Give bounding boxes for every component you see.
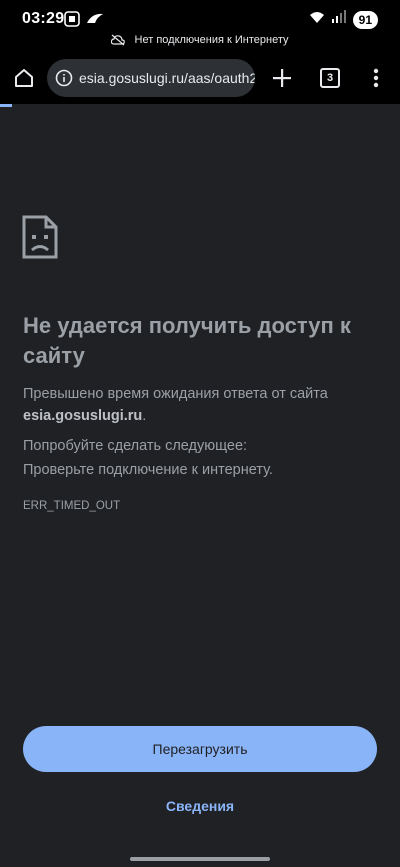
more-vert-icon (373, 68, 379, 88)
battery-indicator: 91 (352, 10, 378, 29)
suggestions-intro: Попробуйте сделать следующее: (23, 438, 248, 454)
sad-page-icon (22, 215, 58, 264)
site-suffix: . (142, 408, 147, 424)
notification-icons (64, 11, 104, 32)
offline-text: Нет подключения к Интернету (134, 34, 289, 46)
site-name: esia.gosuslugi.ru (23, 408, 143, 424)
error-heading: Не удается получить доступ к сайту (23, 313, 351, 368)
timeout-text: Превышено время ожидания ответа от сайта (23, 386, 328, 402)
gesture-navigation-bar[interactable] (130, 857, 270, 861)
error-description: Превышено время ожидания ответа от сайта… (23, 383, 373, 427)
reload-button[interactable]: Перезагрузить (23, 726, 377, 772)
error-code: ERR_TIMED_OUT (23, 500, 121, 512)
address-bar[interactable]: esia.gosuslugi.ru/aas/oauth2/v2 (47, 59, 255, 97)
plus-icon (273, 69, 291, 87)
signal-icon (331, 10, 347, 29)
browser-toolbar: esia.gosuslugi.ru/aas/oauth2/v2 3 (0, 52, 400, 104)
screenshot-icon (64, 11, 80, 32)
cloud-off-icon (111, 34, 134, 46)
suggestion-item: Проверьте подключение к интернету. (23, 462, 273, 478)
status-bar: 03:29 91 Нет подключения к Интернету (0, 0, 400, 52)
url-text: esia.gosuslugi.ru/aas/oauth2/v2 (79, 70, 255, 86)
tab-count: 3 (320, 68, 340, 88)
wifi-icon (309, 10, 325, 29)
info-icon (55, 69, 73, 87)
tab-switcher-button[interactable]: 3 (314, 62, 346, 94)
home-button[interactable] (8, 62, 40, 94)
menu-button[interactable] (362, 62, 390, 94)
status-time: 03:29 (22, 10, 65, 27)
progress-fill (0, 104, 12, 107)
home-icon (15, 69, 33, 87)
suggestions: Попробуйте сделать следующее: Проверьте … (23, 435, 373, 483)
app-notification-icon (86, 11, 104, 32)
details-button[interactable]: Сведения (0, 798, 400, 814)
new-tab-button[interactable] (266, 62, 298, 94)
offline-banner: Нет подключения к Интернету (0, 34, 400, 46)
page-load-progress (0, 104, 400, 107)
system-icons: 91 (309, 10, 378, 29)
